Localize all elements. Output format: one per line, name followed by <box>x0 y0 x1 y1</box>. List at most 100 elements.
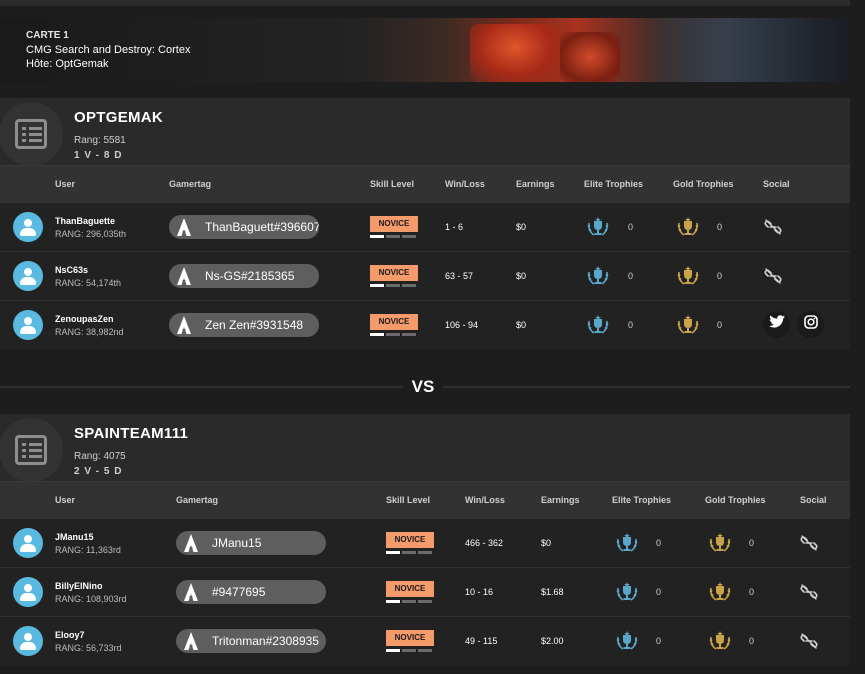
vs-label: VS <box>403 375 443 399</box>
column-header-row: User Gamertag Skill Level Win/Loss Earni… <box>0 481 850 518</box>
platform-logo-icon <box>184 583 198 601</box>
twitter-button[interactable] <box>763 311 790 338</box>
skill-bars <box>370 235 418 238</box>
skill-bar-segment <box>370 333 384 336</box>
username-link[interactable]: ZenoupasZen <box>55 314 114 324</box>
skill-bar-segment <box>402 333 416 336</box>
win-loss: 1 - 6 <box>445 222 464 232</box>
skill-level: NOVICE <box>370 265 418 287</box>
col-gamertag: Gamertag <box>169 179 212 189</box>
unlinked-icon[interactable] <box>764 219 782 235</box>
skill-level: NOVICE <box>370 216 418 238</box>
col-elite: Elite Trophies <box>584 179 644 189</box>
avatar[interactable] <box>13 212 43 242</box>
elite-trophy-count: 0 <box>656 636 662 646</box>
team-list-icon <box>0 418 63 482</box>
gold-trophy-icon <box>675 313 701 339</box>
column-header-row: User Gamertag Skill Level Win/Loss Earni… <box>0 165 850 202</box>
table-row: Elooy7 RANG: 56,733rd Tritonman#2308935 NOV… <box>0 616 850 665</box>
team-rank: Rang: 4075 <box>74 451 126 462</box>
gold-trophy-count: 0 <box>749 636 755 646</box>
col-user: User <box>55 495 76 505</box>
skill-level: NOVICE <box>370 314 418 336</box>
skill-bar-segment <box>386 551 400 554</box>
team-card: OPTGEMAK Rang: 5581 1 V - 8 D User Gamer… <box>0 98 850 349</box>
table-row: ThanBaguette RANG: 296,035th ThanBaguett#3… <box>0 202 850 251</box>
platform-logo-icon <box>184 534 198 552</box>
gamertag-text: JManu15 <box>212 536 262 550</box>
gold-trophy-icon <box>707 531 733 557</box>
gold-trophy-count: 0 <box>717 320 723 330</box>
team-record: 2 V - 5 D <box>74 466 123 477</box>
instagram-icon <box>803 315 818 334</box>
avatar[interactable] <box>13 626 43 656</box>
gamertag-text: ThanBaguett#3966074 <box>205 220 319 234</box>
elite-trophy-icon <box>585 215 611 241</box>
col-winloss: Win/Loss <box>445 179 485 189</box>
earnings: $1.68 <box>541 587 564 597</box>
team-list-icon <box>0 102 63 166</box>
skill-bar-segment <box>402 284 416 287</box>
team-name[interactable]: OPTGEMAK <box>74 109 163 126</box>
platform-logo-icon <box>184 632 198 650</box>
gold-trophy-count: 0 <box>749 587 755 597</box>
avatar[interactable] <box>13 261 43 291</box>
win-loss: 106 - 94 <box>445 320 479 330</box>
earnings: $0 <box>516 271 527 281</box>
gamertag-text: Tritonman#2308935 <box>212 634 319 648</box>
unlinked-icon[interactable] <box>800 584 818 600</box>
gold-trophy-icon <box>675 264 701 290</box>
win-loss: 63 - 57 <box>445 271 474 281</box>
team-name[interactable]: SPAINTEAM111 <box>74 425 188 442</box>
col-skill: Skill Level <box>386 495 431 505</box>
table-row: BillyElNino RANG: 108,903rd #9477695 NOVICE… <box>0 567 850 616</box>
platform-logo-icon <box>177 267 191 285</box>
skill-bar-segment <box>386 235 400 238</box>
win-loss: 466 - 362 <box>465 538 504 548</box>
elite-trophy-icon <box>614 531 640 557</box>
user-rank: RANG: 11,363rd <box>55 545 121 555</box>
instagram-button[interactable] <box>797 311 824 338</box>
win-loss: 49 - 115 <box>465 636 498 646</box>
skill-bars <box>386 649 434 652</box>
earnings: $0 <box>516 222 527 232</box>
banner-art <box>470 24 560 82</box>
gold-trophy-icon <box>675 215 701 241</box>
skill-bar-segment <box>402 235 416 238</box>
elite-trophy-count: 0 <box>628 271 634 281</box>
username-link[interactable]: Elooy7 <box>55 630 85 640</box>
col-skill: Skill Level <box>370 179 415 189</box>
table-row: JManu15 RANG: 11,363rd JManu15 NOVICE 466 - … <box>0 518 850 567</box>
gamertag-pill: Ns-GS#2185365 <box>169 264 319 288</box>
earnings: $0 <box>541 538 552 548</box>
username-link[interactable]: BillyElNino <box>55 581 103 591</box>
gold-trophy-icon <box>707 580 733 606</box>
unlinked-icon[interactable] <box>764 268 782 284</box>
username-link[interactable]: JManu15 <box>55 532 94 542</box>
table-row: NsC63s RANG: 54,174th Ns-GS#2185365 NOVICE 6… <box>0 251 850 300</box>
skill-bar-segment <box>418 551 432 554</box>
skill-badge: NOVICE <box>386 532 434 548</box>
platform-logo-icon <box>177 316 191 334</box>
elite-trophy-icon <box>585 313 611 339</box>
avatar[interactable] <box>13 310 43 340</box>
unlinked-icon[interactable] <box>800 535 818 551</box>
earnings: $0 <box>516 320 527 330</box>
col-gold: Gold Trophies <box>705 495 766 505</box>
unlinked-icon[interactable] <box>800 633 818 649</box>
username-link[interactable]: NsC63s <box>55 265 88 275</box>
elite-trophy-count: 0 <box>628 320 634 330</box>
map-host: Hôte: OptGemak <box>26 58 109 70</box>
skill-bar-segment <box>386 649 400 652</box>
gold-trophy-count: 0 <box>717 222 723 232</box>
skill-bar-segment <box>418 600 432 603</box>
username-link[interactable]: ThanBaguette <box>55 216 115 226</box>
gamertag-text: #9477695 <box>212 585 266 599</box>
col-winloss: Win/Loss <box>465 495 505 505</box>
avatar[interactable] <box>13 528 43 558</box>
elite-trophy-count: 0 <box>656 587 662 597</box>
elite-trophy-icon <box>585 264 611 290</box>
skill-bar-segment <box>370 284 384 287</box>
platform-logo-icon <box>177 218 191 236</box>
avatar[interactable] <box>13 577 43 607</box>
